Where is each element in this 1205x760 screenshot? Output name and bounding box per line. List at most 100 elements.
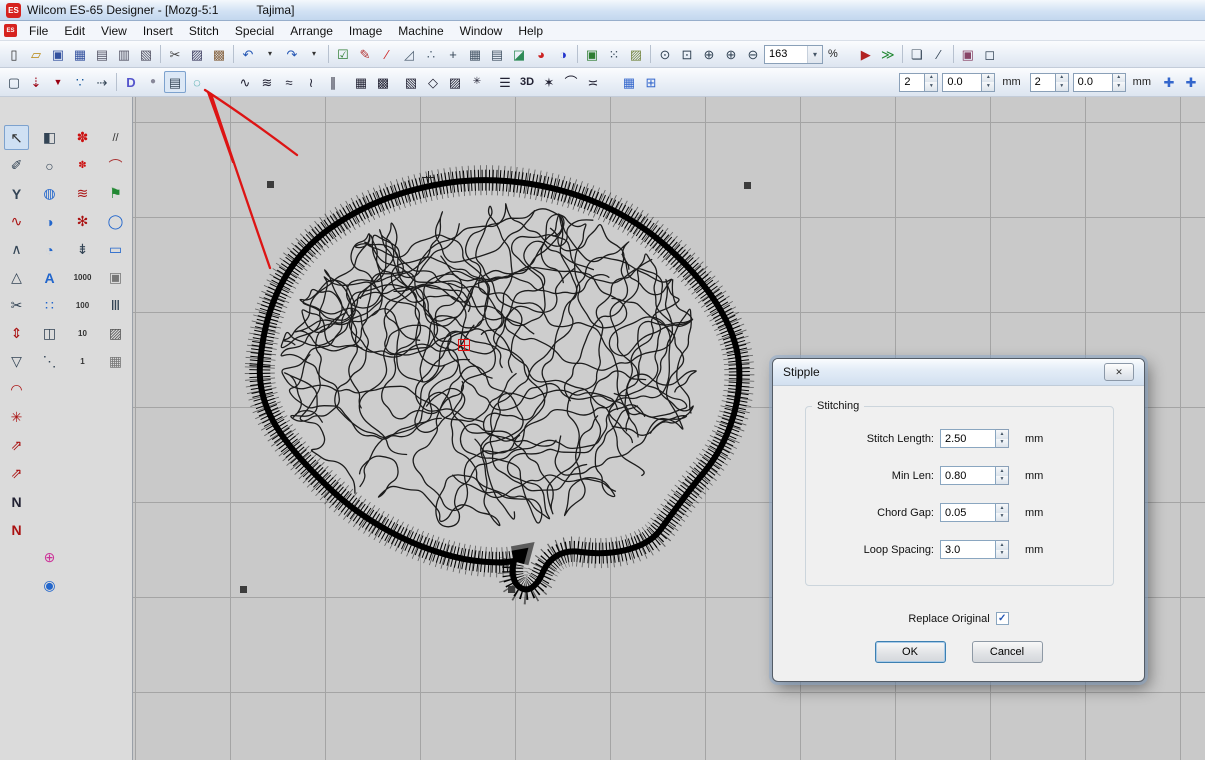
min-length-input[interactable] [940,466,996,485]
overview-window-icon[interactable]: ❏ [906,43,928,65]
texture-patch-icon[interactable]: ▣ [103,265,128,290]
spin-down-button[interactable]: ▼ [925,82,937,91]
dotted-select-icon[interactable]: ∴ [420,43,442,65]
spin-up-button[interactable]: ▲ [1113,74,1125,83]
menu-item-machine[interactable]: Machine [390,22,451,40]
scale-1000-icon[interactable]: 1000 [70,265,95,290]
menu-item-stitch[interactable]: Stitch [181,22,227,40]
count-b-input[interactable] [1030,73,1056,92]
oval-tool-icon[interactable]: ◯ [103,209,128,234]
zoom-out-icon[interactable]: ⊖ [742,43,764,65]
target-center-icon[interactable]: ⊕ [37,545,62,570]
menu-item-edit[interactable]: Edit [56,22,93,40]
brain-embroidery-design[interactable] [230,160,760,610]
scale-100-icon[interactable]: 100 [70,293,95,318]
sculpture-run-icon[interactable]: ≈ [278,71,300,93]
stitch-arrow-icon[interactable]: ⇗ [4,433,29,458]
cut-icon[interactable]: ✂ [164,43,186,65]
menu-item-image[interactable]: Image [341,22,390,40]
grid-show-icon[interactable]: ▦ [464,43,486,65]
thread-colors-icon[interactable]: ◕ [530,43,552,65]
export-machine-file-icon[interactable]: ▧ [135,43,157,65]
star-run-icon[interactable]: ✳ [4,405,29,430]
zigzag-run-icon[interactable]: ≋ [70,181,95,206]
paste-icon[interactable]: ▩ [208,43,230,65]
triple-run-icon[interactable]: ≋ [256,71,278,93]
nudge-move-icon[interactable]: ✚ [1158,71,1180,93]
show-design-icon[interactable]: ▢ [3,71,25,93]
save-all-icon[interactable]: ▦ [69,43,91,65]
stipple-run-icon[interactable]: ▤ [164,71,186,93]
zoom-tool-icon[interactable]: ⊙ [654,43,676,65]
output-design-icon[interactable]: ▨ [625,43,647,65]
outline-design-icon[interactable]: D [120,71,142,93]
menu-item-special[interactable]: Special [227,22,282,40]
zoom-1to1-icon[interactable]: ⊕ [698,43,720,65]
spin-down-button[interactable]: ▼ [996,550,1008,559]
zoom-level-input[interactable] [765,46,807,63]
polyline-n-icon[interactable]: N [4,489,29,514]
stitch-list-icon[interactable]: ⁙ [603,43,625,65]
new-document-icon[interactable]: ▯ [3,43,25,65]
selection-handle-bottom-left[interactable] [240,586,247,593]
stitch-angle-icon[interactable]: ⋱ [37,349,62,374]
quarter-circle-icon[interactable]: ◔ [37,237,62,262]
dialog-title-bar[interactable]: Stipple ✕ [773,359,1144,386]
spin-up-button[interactable]: ▲ [982,74,994,83]
florentine-effect-icon[interactable]: ≍ [582,71,604,93]
print-icon[interactable]: ▤ [91,43,113,65]
cancel-button[interactable]: Cancel [972,641,1043,663]
selection-handle-top-left[interactable] [267,181,274,188]
spin-up-button[interactable]: ▲ [996,430,1008,439]
chord-gap-input[interactable] [940,503,996,522]
pan-move-icon[interactable]: ✚ [1180,71,1202,93]
gray-grid-icon[interactable]: ▦ [103,349,128,374]
reshape-tool-icon[interactable]: ◧ [37,125,62,150]
small-flower-icon[interactable]: ✽ [70,153,95,178]
freehand-select-icon[interactable]: ✐ [4,153,29,178]
title-bar[interactable]: ES Wilcom ES-65 Designer - [Mozg-5:1 Taj… [0,0,1205,21]
loop-spacing-input[interactable] [940,540,996,559]
fancy-fill-icon[interactable]: ▧ [400,71,422,93]
menu-item-arrange[interactable]: Arrange [282,22,341,40]
rectangle-tool-icon[interactable]: ▭ [103,237,128,262]
flower-fill-icon[interactable]: ✽ [70,125,95,150]
connectors-icon[interactable]: ∵ [69,71,91,93]
hatch-lines-icon[interactable]: // [103,125,128,150]
scale-1-icon[interactable]: 1 [70,349,95,374]
team-names-icon[interactable]: ∷ [37,293,62,318]
zoom-in-icon[interactable]: ⊕ [720,43,742,65]
zigzag-column-icon[interactable]: ∧ [4,237,29,262]
close-button[interactable]: ✕ [1104,363,1134,381]
spin-up-button[interactable]: ▲ [996,541,1008,550]
polyline-n-red-icon[interactable]: N [4,517,29,542]
spin-down-button[interactable]: ▼ [1113,82,1125,91]
select-tool-icon[interactable]: ↖ [4,125,29,150]
undo-icon[interactable]: ↶ [237,43,259,65]
redo-dropdown-icon[interactable]: ▾ [303,43,325,65]
auto-fabric-icon[interactable]: ▣ [957,43,979,65]
measure-updown-icon[interactable]: ⇕ [4,321,29,346]
ok-button[interactable]: OK [875,641,946,663]
motif-run-icon[interactable]: ≀ [300,71,322,93]
spray-points-icon[interactable]: ✻ [70,209,95,234]
spin-down-button[interactable]: ▼ [1056,82,1068,91]
dark-hatch-icon[interactable]: ▨ [103,321,128,346]
open-object-icon[interactable]: ◿ [398,43,420,65]
lettering-tool-icon[interactable]: A [37,265,62,290]
zoom-box-icon[interactable]: ⊡ [676,43,698,65]
cone-tool-icon[interactable]: ▽ [4,349,29,374]
motif-fill-icon[interactable]: ▩ [372,71,394,93]
spin-up-button[interactable]: ▲ [1056,74,1068,83]
stitch-arrow2-icon[interactable]: ⇗ [4,461,29,486]
run-stitch-icon[interactable]: ∿ [234,71,256,93]
sphere-effect-icon[interactable]: ◑ [37,209,62,234]
globe-fill-icon[interactable]: ◍ [37,181,62,206]
spin-up-button[interactable]: ▲ [925,74,937,83]
spacing-a-input[interactable] [942,73,982,92]
freehand-loop-icon[interactable]: ◌ [186,71,208,93]
replace-original-checkbox[interactable]: ✓ [996,612,1009,625]
columns-tool-icon[interactable]: Ⅲ [103,293,128,318]
hoop-select-icon[interactable]: ◻ [979,43,1001,65]
print-preview-icon[interactable]: ▥ [113,43,135,65]
